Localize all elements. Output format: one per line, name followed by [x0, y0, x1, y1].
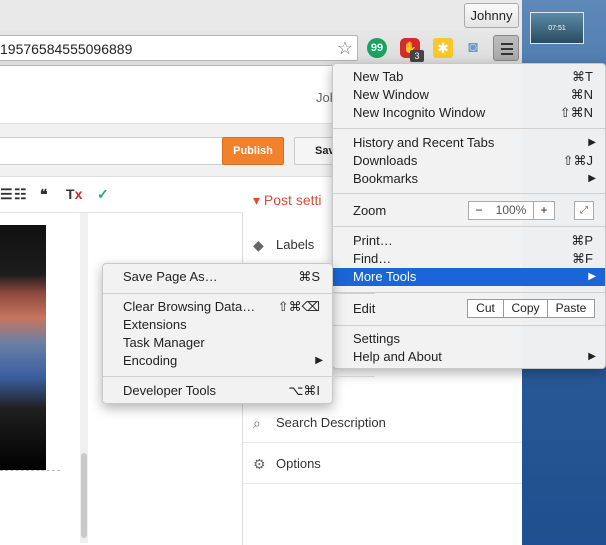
- settings-label: Options: [276, 456, 321, 471]
- menu-item-print[interactable]: Print… ⌘P: [333, 232, 605, 250]
- chrome-menu-button[interactable]: [493, 35, 519, 61]
- fullscreen-icon[interactable]: ⤢: [574, 201, 594, 220]
- menu-item-bookmarks[interactable]: Bookmarks ▶: [333, 170, 605, 188]
- menu-separator: [333, 128, 605, 129]
- menu-item-save-page[interactable]: Save Page As… ⌘S: [103, 268, 332, 286]
- bookmark-star-icon[interactable]: ☆: [337, 38, 353, 59]
- post-image[interactable]: [0, 225, 46, 470]
- publish-button[interactable]: Publish: [222, 137, 284, 165]
- scrollbar-thumb[interactable]: [81, 453, 87, 538]
- menu-item-help[interactable]: Help and About ▶: [333, 348, 605, 366]
- post-title-input[interactable]: [0, 137, 230, 165]
- paste-button[interactable]: Paste: [547, 299, 595, 318]
- chrome-menu: New Tab ⌘T New Window ⌘N New Incognito Win…: [332, 63, 606, 369]
- desktop-thumbnail[interactable]: 07:51: [530, 12, 584, 44]
- settings-row-search-description[interactable]: ⌕ Search Description: [243, 403, 522, 443]
- remove-format-icon[interactable]: Tx: [66, 186, 82, 202]
- ext-yellow-icon[interactable]: ✱: [433, 38, 453, 58]
- menu-separator: [333, 325, 605, 326]
- copy-button[interactable]: Copy: [503, 299, 548, 318]
- quote-icon[interactable]: ❝: [40, 186, 48, 203]
- editor-scrollbar[interactable]: [80, 213, 88, 543]
- evernote-icon[interactable]: 99: [367, 38, 387, 58]
- settings-row-options[interactable]: ⚙ Options: [243, 444, 522, 484]
- more-tools-submenu: Save Page As… ⌘S Clear Browsing Data… ⇧⌘⌫ …: [102, 263, 375, 404]
- image-caption-divider: [0, 470, 60, 480]
- submenu-arrow-icon: ▶: [588, 351, 596, 362]
- bullet-list-icon[interactable]: ☷: [14, 186, 27, 203]
- browser-toolbar: 19576584555096889 ☆ 99 ✋ ✱ ◙: [0, 30, 522, 66]
- address-bar[interactable]: 19576584555096889 ☆: [0, 35, 358, 61]
- search-icon: ⌕: [253, 415, 261, 431]
- submenu-arrow-icon: ▶: [588, 137, 596, 148]
- settings-label: Search Description: [276, 415, 386, 430]
- menu-item-history[interactable]: History and Recent Tabs ▶: [333, 134, 605, 152]
- cut-button[interactable]: Cut: [467, 299, 504, 318]
- numbered-list-icon[interactable]: ☰: [0, 186, 13, 203]
- settings-label: Labels: [276, 237, 315, 252]
- gear-icon: ⚙: [253, 456, 266, 472]
- camera-icon[interactable]: ◙: [463, 38, 483, 58]
- menu-item-encoding[interactable]: Encoding ▶: [103, 352, 332, 370]
- save-button[interactable]: Sav: [294, 137, 336, 165]
- menu-separator: [333, 226, 605, 227]
- zoom-out-button[interactable]: −: [468, 201, 490, 220]
- menu-item-find[interactable]: Find… ⌘F: [333, 250, 605, 268]
- url-text: 19576584555096889: [0, 41, 133, 57]
- post-settings-title[interactable]: ▾ Post setti: [253, 192, 322, 209]
- menu-item-new-window[interactable]: New Window ⌘N: [333, 86, 605, 104]
- menu-item-developer-tools[interactable]: Developer Tools ⌥⌘I: [103, 382, 332, 400]
- thumbnail-time: 07:51: [548, 25, 566, 32]
- menu-separator: [333, 193, 605, 194]
- menu-item-downloads[interactable]: Downloads ⇧⌘J: [333, 152, 605, 170]
- submenu-arrow-icon: ▶: [315, 355, 323, 366]
- menu-item-task-manager[interactable]: Task Manager: [103, 334, 332, 352]
- menu-separator: [103, 376, 375, 377]
- tag-icon: ◆: [253, 237, 264, 253]
- menu-item-extensions[interactable]: Extensions: [103, 316, 332, 334]
- browser-titlebar: Johnny: [0, 0, 522, 30]
- profile-button[interactable]: Johnny: [464, 3, 519, 28]
- spellcheck-icon[interactable]: ✓: [97, 186, 109, 203]
- menu-item-more-tools[interactable]: More Tools ▶: [333, 268, 605, 286]
- editor-toolbar: ☰ ☷ ❝ Tx ✓: [0, 177, 243, 213]
- menu-item-settings[interactable]: Settings: [333, 330, 605, 348]
- submenu-arrow-icon: ▶: [588, 271, 596, 282]
- menu-item-new-incognito[interactable]: New Incognito Window ⇧⌘N: [333, 104, 605, 122]
- zoom-in-button[interactable]: +: [533, 201, 555, 220]
- menu-separator: [103, 293, 375, 294]
- submenu-arrow-icon: ▶: [588, 173, 596, 184]
- adblock-badge: 3: [410, 50, 424, 62]
- zoom-level: 100%: [489, 201, 533, 220]
- menu-item-new-tab[interactable]: New Tab ⌘T: [333, 68, 605, 86]
- menu-item-clear-browsing-data[interactable]: Clear Browsing Data… ⇧⌘⌫: [103, 298, 332, 316]
